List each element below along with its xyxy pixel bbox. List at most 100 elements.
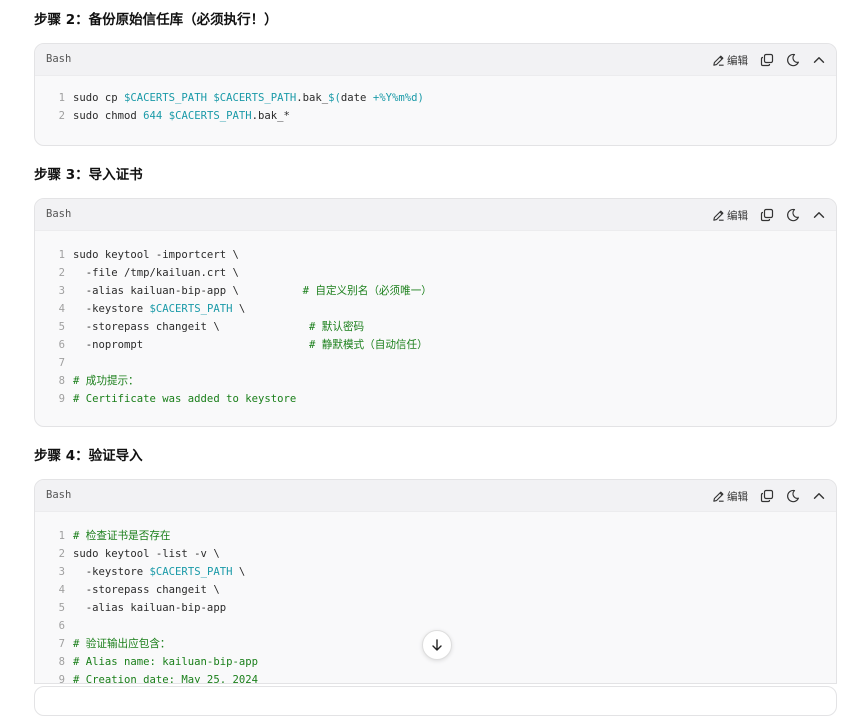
- line-code: -file /tmp/kailuan.crt \: [73, 264, 239, 282]
- edit-button[interactable]: 编辑: [712, 50, 748, 70]
- code-token: .bak_: [296, 92, 329, 104]
- line-code: sudo cp $CACERTS_PATH $CACERTS_PATH.bak_…: [73, 89, 424, 107]
- line-code: # 成功提示：: [73, 372, 139, 390]
- code-variable: +%Y%m%d: [372, 92, 418, 104]
- code-token: -alias kailuan-bip-app \: [73, 285, 303, 297]
- line-code: -storepass changeit \: [73, 581, 220, 599]
- edit-icon: [713, 491, 724, 502]
- edit-label: 编辑: [727, 54, 748, 67]
- code-token: -noprompt: [73, 339, 309, 351]
- code-token: -storepass changeit \: [73, 321, 309, 333]
- code-comment: # Alias name: kailuan-bip-app: [73, 656, 258, 668]
- theme-moon-icon: [787, 208, 799, 222]
- line-number: 3: [58, 285, 65, 297]
- line-number: 1: [58, 249, 65, 261]
- step2-heading: 步骤 2：备份原始信任库（必须执行！）: [34, 12, 278, 28]
- line-number: 6: [58, 339, 65, 351]
- line-number: 4: [58, 303, 65, 315]
- code-comment: # 静默模式（自动信任）: [309, 339, 428, 351]
- line-number: 2: [58, 267, 65, 279]
- copy-button[interactable]: [760, 205, 774, 225]
- code-comment: # 检查证书是否存在: [73, 530, 171, 542]
- code-token: \: [232, 566, 246, 578]
- code-toolbar: 编辑: [700, 486, 826, 506]
- code-number: 644: [143, 110, 163, 122]
- edit-button[interactable]: 编辑: [712, 205, 748, 225]
- code-variable: $(: [328, 92, 341, 104]
- next-content-card: [34, 686, 837, 716]
- line-number: 7: [58, 357, 65, 369]
- edit-button[interactable]: 编辑: [712, 486, 748, 506]
- code-toolbar: 编辑: [700, 205, 826, 225]
- line-code: -noprompt # 静默模式（自动信任）: [73, 336, 428, 354]
- line-code: -alias kailuan-bip-app \ # 自定义别名（必须唯一）: [73, 282, 432, 300]
- code-comment: # 验证输出应包含：: [73, 638, 171, 650]
- code-toolbar: 编辑: [700, 50, 826, 70]
- step3-code-block: Bash 编辑 1 sudo keytool -importcert \ 2 -fi…: [34, 198, 837, 427]
- line-number: 7: [58, 638, 65, 650]
- code-token: \: [232, 303, 246, 315]
- step3-heading: 步骤 3：导入证书: [34, 167, 143, 183]
- code-token: -keystore: [73, 566, 150, 578]
- code-comment: # 自定义别名（必须唯一）: [302, 285, 432, 297]
- code-variable: $CACERTS_PATH: [149, 303, 233, 315]
- collapse-chevron-up-icon: [813, 212, 825, 218]
- code-token: -alias kailuan-bip-app: [73, 602, 227, 614]
- line-code: sudo keytool -list -v \: [73, 545, 220, 563]
- code-comment: # Creation date: May 25, 2024: [73, 674, 258, 684]
- line-code: -storepass changeit \ # 默认密码: [73, 318, 364, 336]
- code-token: sudo chmod: [73, 110, 144, 122]
- line-code: -keystore $CACERTS_PATH \: [73, 300, 245, 318]
- code-token: date: [340, 92, 373, 104]
- collapse-button[interactable]: [812, 50, 826, 70]
- code-token: sudo cp: [73, 92, 125, 104]
- code-variable: ): [417, 92, 424, 104]
- code-comment: # Certificate was added to keystore: [73, 393, 297, 405]
- line-number: 8: [58, 375, 65, 387]
- code-variable: $CACERTS_PATH: [168, 110, 252, 122]
- code-variable: $CACERTS_PATH: [149, 566, 233, 578]
- line-number: 9: [58, 393, 65, 405]
- line-number: 1: [58, 92, 65, 104]
- code-token: sudo keytool -list -v \: [73, 548, 220, 560]
- scroll-to-bottom-button[interactable]: [422, 630, 452, 660]
- edit-label: 编辑: [727, 209, 748, 222]
- code-variable: $CACERTS_PATH: [213, 92, 297, 104]
- code-comment: # 成功提示：: [73, 375, 139, 387]
- theme-toggle-button[interactable]: [786, 486, 800, 506]
- edit-icon: [713, 55, 724, 66]
- collapse-chevron-up-icon: [813, 57, 825, 63]
- code-variable: $CACERTS_PATH: [124, 92, 207, 104]
- collapse-button[interactable]: [812, 486, 826, 506]
- line-code: # Creation date: May 25, 2024: [73, 671, 258, 684]
- step2-code-block: Bash 编辑 1 sudo cp $CACERTS_PATH $CACERTS_…: [34, 43, 837, 146]
- line-code: sudo chmod 644 $CACERTS_PATH.bak_*: [73, 107, 290, 125]
- code-comment: # 默认密码: [309, 321, 365, 333]
- line-number: 1: [58, 530, 65, 542]
- line-number: 6: [58, 620, 65, 632]
- code-token: sudo keytool -importcert \: [73, 249, 239, 261]
- code-block-header: Bash 编辑: [35, 480, 836, 512]
- line-code: # Certificate was added to keystore: [73, 390, 296, 408]
- line-number: 5: [58, 602, 65, 614]
- code-language-label: Bash: [46, 489, 72, 501]
- line-code: # 验证输出应包含：: [73, 635, 171, 653]
- line-code: # 检查证书是否存在: [73, 527, 171, 545]
- line-number: 2: [58, 548, 65, 560]
- copy-button[interactable]: [760, 50, 774, 70]
- copy-button[interactable]: [760, 486, 774, 506]
- code-token: -storepass changeit \: [73, 584, 220, 596]
- theme-toggle-button[interactable]: [786, 205, 800, 225]
- copy-icon: [760, 53, 774, 67]
- code-language-label: Bash: [46, 53, 72, 65]
- theme-toggle-button[interactable]: [786, 50, 800, 70]
- copy-icon: [760, 489, 774, 503]
- code-token: .bak_*: [251, 110, 290, 122]
- collapse-button[interactable]: [812, 205, 826, 225]
- code-token: -file /tmp/kailuan.crt \: [73, 267, 239, 279]
- line-number: 9: [58, 674, 65, 684]
- line-code: -keystore $CACERTS_PATH \: [73, 563, 245, 581]
- code-block-header: Bash 编辑: [35, 44, 836, 76]
- code-block-header: Bash 编辑: [35, 199, 836, 231]
- line-number: 5: [58, 321, 65, 333]
